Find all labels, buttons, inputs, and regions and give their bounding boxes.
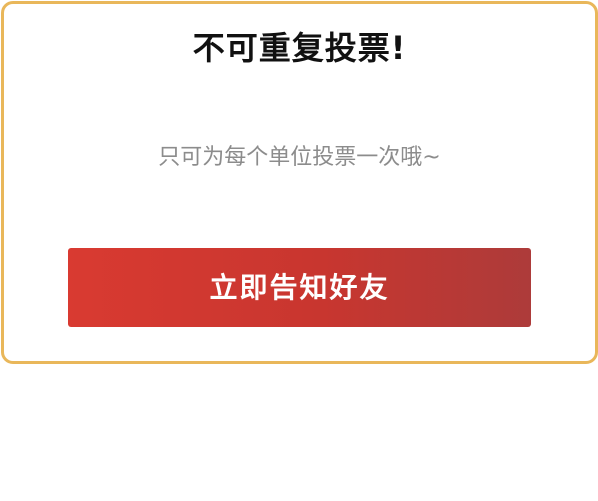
dialog-message: 只可为每个单位投票一次哦~ bbox=[158, 145, 441, 170]
page: 不可重复投票! 只可为每个单位投票一次哦~ 立即告知好友 bbox=[0, 0, 598, 501]
notify-friends-button-label: 立即告知好友 bbox=[209, 270, 390, 304]
dialog-title: 不可重复投票! bbox=[192, 29, 407, 67]
vote-warning-dialog: 不可重复投票! 只可为每个单位投票一次哦~ 立即告知好友 bbox=[1, 1, 598, 364]
notify-friends-button[interactable]: 立即告知好友 bbox=[68, 248, 531, 327]
